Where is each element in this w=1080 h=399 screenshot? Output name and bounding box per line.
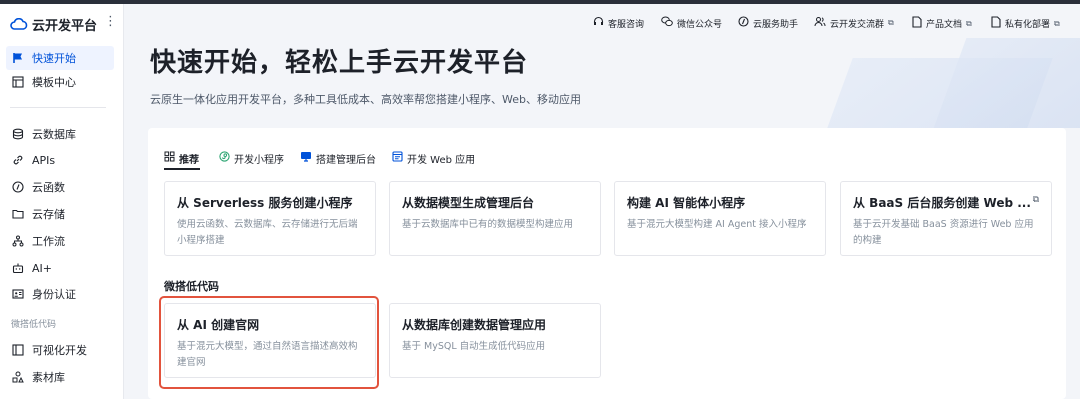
link-icon: [11, 153, 25, 167]
sidebar-item-database[interactable]: 云数据库: [6, 122, 114, 146]
sidebar-item-quickstart[interactable]: 快速开始: [6, 46, 114, 70]
card-title: 从 Serverless 服务创建小程序: [177, 196, 353, 210]
category-tabs: 推荐 开发小程序 搭建管理后台 开发 Web 应用: [164, 150, 475, 166]
headset-icon: [593, 16, 604, 30]
tab-label: 推荐: [179, 154, 199, 166]
sidebar-item-label: 素材库: [32, 371, 65, 384]
sidebar-item-workflow[interactable]: 工作流: [6, 229, 114, 253]
sidebar-item-label: 快速开始: [32, 52, 76, 65]
external-link-icon: ⧉: [1054, 18, 1060, 28]
card-title: 从数据库创建数据管理应用: [402, 318, 547, 332]
function-icon: [11, 180, 25, 194]
shapes-icon: [11, 370, 25, 384]
topbar-label: 微信公众号: [677, 19, 723, 30]
topbar-label: 私有化部署: [1005, 20, 1051, 30]
document-icon: [991, 16, 1001, 31]
topbar-label: 产品文档: [926, 20, 963, 30]
sidebar: 云开发平台 ⋮ 快速开始 模板中心 云数据库 APIs 云函数 云存储 工作流 …: [0, 4, 124, 399]
card-ai-agent-miniprogram[interactable]: 构建 AI 智能体小程序 基于混元大模型构建 AI Agent 接入小程序: [614, 181, 826, 256]
sidebar-item-label: 云存储: [32, 208, 65, 221]
sidebar-item-visual-dev[interactable]: 可视化开发: [6, 338, 114, 362]
topbar-label: 云开发交流群: [830, 19, 885, 30]
flag-icon: [11, 51, 25, 65]
topbar-assistant[interactable]: 云服务助手: [738, 16, 798, 30]
quickstart-panel: 推荐 开发小程序 搭建管理后台 开发 Web 应用 从 Serverless 服…: [148, 128, 1066, 399]
tab-label: 开发小程序: [234, 154, 284, 166]
users-icon: [814, 16, 826, 30]
workflow-icon: [11, 234, 25, 248]
tab-recommend[interactable]: 推荐: [164, 150, 203, 166]
active-tab-indicator: [164, 168, 200, 170]
robot-icon: [11, 261, 25, 275]
topbar-label: 客服咨询: [608, 19, 645, 30]
sidebar-item-label: 工作流: [32, 235, 65, 248]
grid-icon: [164, 151, 175, 165]
sidebar-item-label: 可视化开发: [32, 344, 87, 357]
card-database-app[interactable]: 从数据库创建数据管理应用 基于 MySQL 自动生成低代码应用: [389, 303, 601, 378]
card-title: 从数据模型生成管理后台: [402, 196, 535, 210]
sidebar-item-label: AI+: [32, 261, 52, 275]
hero-banner: 快速开始，轻松上手云开发平台 云原生一体化应用开发平台，多种工具低成本、高效率帮…: [124, 38, 1080, 128]
sidebar-item-label: APIs: [32, 153, 56, 167]
tab-web[interactable]: 开发 Web 应用: [392, 150, 475, 166]
card-description: 基于混元大模型构建 AI Agent 接入小程序: [627, 219, 807, 230]
page-subtitle: 云原生一体化应用开发平台，多种工具低成本、高效率帮您搭建小程序、Web、移动应用: [150, 93, 581, 106]
lowcode-section-title: 微搭低代码: [164, 280, 219, 293]
sidebar-item-storage[interactable]: 云存储: [6, 202, 114, 226]
card-description: 基于 MySQL 自动生成低代码应用: [402, 341, 546, 352]
topbar-customer-service[interactable]: 客服咨询: [593, 16, 644, 30]
sidebar-item-label: 模板中心: [32, 76, 76, 89]
brand[interactable]: 云开发平台: [10, 14, 97, 34]
document-icon: [912, 16, 922, 31]
topbar-community[interactable]: 云开发交流群 ⧉: [814, 16, 894, 30]
card-datamodel-admin[interactable]: 从数据模型生成管理后台 基于云数据库中已有的数据模型构建应用: [389, 181, 601, 256]
card-title: 从 BaaS 后台服务创建 Web ...: [853, 196, 1031, 210]
folder-icon: [11, 207, 25, 221]
id-card-icon: [11, 287, 25, 301]
web-icon: [392, 151, 403, 165]
external-link-icon: ⧉: [888, 18, 894, 27]
app-title: 云开发平台: [32, 18, 98, 34]
wechat-icon: [661, 16, 673, 30]
sidebar-divider: [10, 107, 106, 108]
external-link-icon: ⧉: [966, 18, 972, 28]
card-description: 基于云数据库中已有的数据模型构建应用: [402, 219, 574, 230]
sidebar-item-assets[interactable]: 素材库: [6, 365, 114, 389]
external-link-icon: ⧉: [1032, 195, 1039, 205]
sidebar-item-label: 云数据库: [32, 128, 76, 141]
topbar-docs[interactable]: 产品文档 ⧉: [912, 16, 972, 31]
card-serverless-miniprogram[interactable]: 从 Serverless 服务创建小程序 使用云函数、云数据库、云存储进行无后端…: [164, 181, 376, 256]
tab-admin[interactable]: 搭建管理后台: [300, 150, 376, 166]
assistant-icon: [738, 16, 749, 30]
monitor-icon: [300, 151, 312, 165]
sidebar-item-label: 身份认证: [32, 288, 76, 301]
tab-label: 开发 Web 应用: [407, 154, 476, 166]
sidebar-group-label: 微搭低代码: [11, 320, 57, 330]
topbar-wechat[interactable]: 微信公众号: [661, 16, 722, 30]
tab-miniprogram[interactable]: 开发小程序: [219, 150, 284, 166]
card-baas-web[interactable]: 从 BaaS 后台服务创建 Web ... ⧉ 基于云开发基础 BaaS 资源进…: [840, 181, 1052, 256]
highlight-box: [159, 296, 379, 389]
tab-label: 搭建管理后台: [316, 154, 376, 166]
sidebar-item-identity[interactable]: 身份认证: [6, 282, 114, 306]
sidebar-item-ai[interactable]: AI+: [6, 256, 114, 280]
sidebar-item-functions[interactable]: 云函数: [6, 175, 114, 199]
template-icon: [11, 75, 25, 89]
more-menu-icon[interactable]: ⋮: [104, 14, 117, 29]
card-title: 构建 AI 智能体小程序: [627, 196, 746, 210]
topbar-label: 云服务助手: [753, 19, 799, 30]
top-bar: 客服咨询 微信公众号 云服务助手 云开发交流群 ⧉ 产品文档 ⧉ 私有化部署 ⧉: [124, 4, 1080, 38]
card-description: 使用云函数、云数据库、云存储进行无后端小程序搭建: [177, 219, 358, 246]
cloud-logo-icon: [10, 15, 28, 34]
topbar-private-deploy[interactable]: 私有化部署 ⧉: [991, 16, 1060, 31]
sidebar-item-label: 云函数: [32, 181, 65, 194]
database-icon: [11, 127, 25, 141]
sidebar-item-apis[interactable]: APIs: [6, 148, 114, 172]
hero-decoration: [933, 38, 1080, 128]
layout-icon: [11, 343, 25, 357]
card-description: 基于云开发基础 BaaS 资源进行 Web 应用的构建: [853, 219, 1034, 246]
sidebar-item-templates[interactable]: 模板中心: [6, 70, 114, 94]
page-title: 快速开始，轻松上手云开发平台: [150, 48, 529, 78]
miniprogram-icon: [219, 151, 230, 165]
